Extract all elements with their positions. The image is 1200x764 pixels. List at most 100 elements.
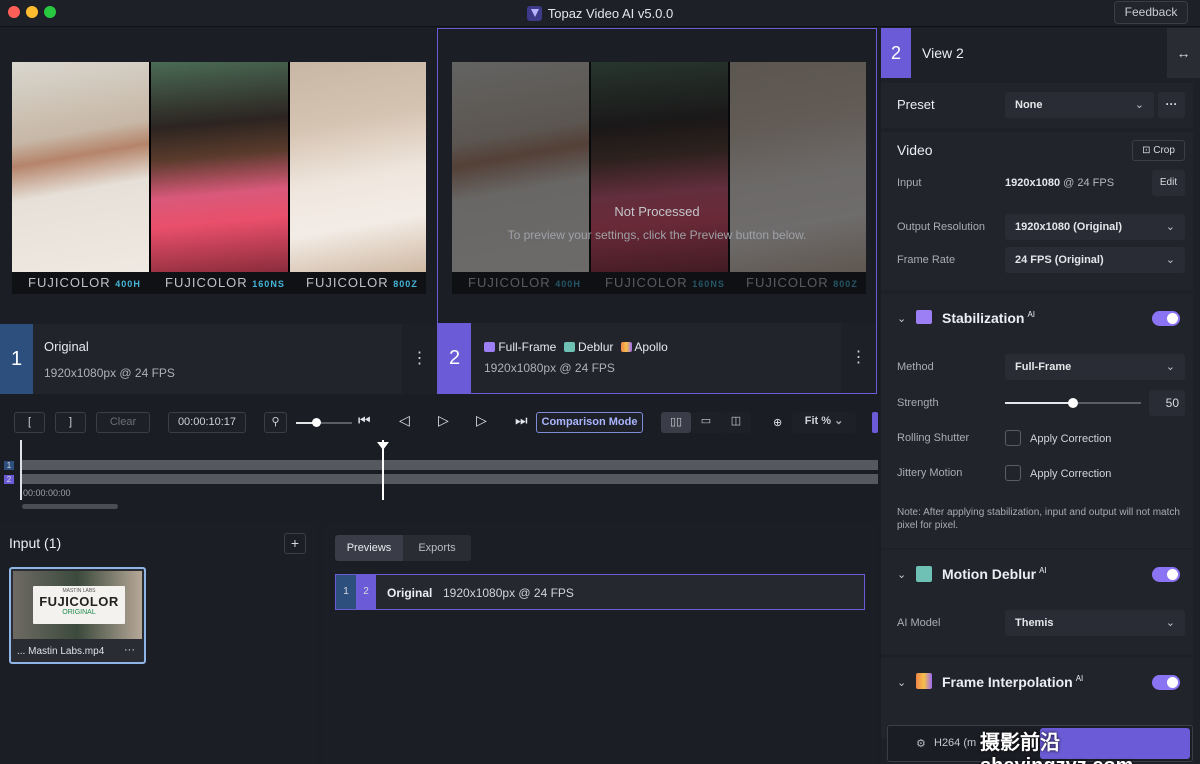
- not-processed-title: Not Processed: [614, 204, 700, 219]
- input-resolution: 1920x1080 @ 24 FPS: [1005, 177, 1115, 189]
- single-view-icon: ▭: [700, 415, 712, 427]
- view2-more-button[interactable]: ⋮: [841, 323, 876, 393]
- preview-row[interactable]: 1 2 Original 1920x1080px @ 24 FPS: [335, 574, 865, 610]
- film-label-strip: FUJICOLOR 400H FUJICOLOR 160NS FUJICOLOR…: [12, 272, 426, 294]
- magnifier-icon: ⚲: [271, 416, 280, 428]
- edit-input-button[interactable]: Edit: [1152, 170, 1185, 196]
- film-label: FUJICOLOR 160NS: [165, 275, 285, 290]
- mark-out-button[interactable]: ]: [55, 412, 86, 433]
- timeline-scrollbar[interactable]: [22, 504, 118, 509]
- frame-rate-select[interactable]: 24 FPS (Original) ⌄: [1005, 247, 1185, 273]
- timeline[interactable]: 1 2 00:00:00:00: [0, 440, 878, 520]
- preview-row-view2: 2: [356, 575, 376, 609]
- step-forward-icon[interactable]: ▷: [476, 412, 487, 429]
- expand-arrows-icon: ↔: [1176, 45, 1191, 61]
- export-codec[interactable]: H264 (m: [934, 737, 976, 749]
- collapse-caret-icon[interactable]: ⌄: [897, 312, 906, 325]
- zoom-select[interactable]: Fit % ⌄: [792, 412, 856, 433]
- add-input-button[interactable]: +: [284, 533, 306, 554]
- collapse-caret-icon[interactable]: ⌄: [897, 676, 906, 689]
- app-title: Topaz Video AI v5.0.0: [547, 6, 674, 21]
- jump-start-icon[interactable]: ⏮: [358, 412, 371, 429]
- view2-label[interactable]: 2 Full-Frame Deblur Apollo 1920x1080px @…: [437, 323, 877, 394]
- motion-deblur-toggle[interactable]: [1152, 567, 1180, 582]
- chevron-down-icon: ⌄: [1134, 99, 1144, 111]
- timeline-zoom-slider[interactable]: [296, 418, 352, 427]
- film-label: FUJICOLOR 400H: [28, 275, 141, 290]
- playhead[interactable]: [376, 440, 389, 500]
- gear-icon[interactable]: ⚙: [916, 737, 926, 750]
- original-preview[interactable]: FUJICOLOR 400H FUJICOLOR 160NS FUJICOLOR…: [12, 62, 426, 294]
- film-photo-2: [151, 62, 288, 272]
- stabilization-title: Stabilization AI: [942, 310, 1036, 326]
- rolling-shutter-checkbox[interactable]: [1005, 430, 1021, 446]
- not-processed-overlay: [452, 62, 866, 294]
- output-resolution-select[interactable]: 1920x1080 (Original) ⌄: [1005, 214, 1185, 240]
- ai-model-label: AI Model: [897, 617, 941, 629]
- zoom-search-button[interactable]: ⚲: [264, 412, 287, 433]
- previews-panel: Previews Exports 1 2 Original 1920x1080p…: [323, 522, 878, 764]
- track1-bar[interactable]: [22, 460, 878, 470]
- stabilization-icon: [916, 310, 932, 324]
- mark-in-button[interactable]: [: [14, 412, 45, 433]
- rolling-shutter-apply-label: Apply Correction: [1030, 433, 1112, 445]
- split-view-button[interactable]: ◫: [721, 412, 751, 433]
- side-by-side-button[interactable]: ▯▯: [661, 412, 691, 433]
- track1-badge: 1: [4, 461, 14, 470]
- title-bar: Topaz Video AI v5.0.0 Feedback: [0, 0, 1200, 27]
- preset-select[interactable]: None ⌄: [1005, 92, 1154, 118]
- preset-more-button[interactable]: ···: [1158, 92, 1185, 118]
- track2-bar[interactable]: [22, 474, 878, 484]
- model-full-frame: Full-Frame: [498, 340, 557, 354]
- input-panel-title: Input (1): [9, 535, 62, 551]
- chevron-down-icon: ⌄: [1165, 617, 1175, 629]
- strength-input[interactable]: 50: [1149, 390, 1185, 416]
- single-view-button[interactable]: ▭: [691, 412, 721, 433]
- play-icon[interactable]: ▷: [438, 412, 449, 429]
- motion-deblur-icon: [916, 566, 932, 582]
- view2-meta: 1920x1080px @ 24 FPS: [484, 361, 615, 375]
- strength-slider[interactable]: [1005, 398, 1141, 408]
- timecode-field[interactable]: 00:00:10:17: [168, 412, 246, 433]
- watermark: 摄影前沿 sheyingzyz.com: [980, 732, 1133, 764]
- stabilization-section: ⌄ Stabilization AI Method Full-Frame ⌄ Str…: [881, 294, 1193, 548]
- app-window: Topaz Video AI v5.0.0 Feedback FUJICOLOR…: [0, 0, 1200, 764]
- view1-label[interactable]: 1 Original 1920x1080px @ 24 FPS ⋮: [0, 324, 437, 394]
- video-title: Video: [897, 142, 933, 158]
- input-panel: Input (1) + MASTIN LABS FUJICOLOR ORIGIN…: [0, 522, 318, 764]
- file-more-button[interactable]: ···: [124, 644, 135, 656]
- sidebar-view-title: View 2: [922, 45, 964, 61]
- chevron-down-icon: ⌄: [1165, 221, 1175, 233]
- expand-panel-button[interactable]: ↔: [1167, 28, 1200, 78]
- side-by-side-icon: ▯▯: [669, 416, 683, 428]
- preset-label: Preset: [897, 97, 935, 112]
- preview-button-edge[interactable]: [872, 412, 878, 433]
- view1-more-button[interactable]: ⋮: [402, 324, 437, 394]
- comparison-mode-button[interactable]: Comparison Mode: [536, 412, 643, 433]
- ai-model-select[interactable]: Themis ⌄: [1005, 610, 1185, 636]
- feedback-button[interactable]: Feedback: [1114, 1, 1188, 24]
- apollo-icon: [620, 342, 632, 352]
- stabilization-toggle[interactable]: [1152, 311, 1180, 326]
- transport-bar: [ ] Clear 00:00:10:17 ⚲ ⏮ ◁ ▷ ▷ ⏭ Compar…: [0, 404, 878, 440]
- stabilization-icon: [484, 342, 495, 352]
- clear-button[interactable]: Clear: [96, 412, 150, 433]
- frame-interpolation-toggle[interactable]: [1152, 675, 1180, 690]
- jittery-motion-checkbox[interactable]: [1005, 465, 1021, 481]
- input-file-card[interactable]: MASTIN LABS FUJICOLOR ORIGINAL ... Masti…: [9, 567, 146, 664]
- deblur-icon: [563, 342, 575, 352]
- step-back-icon[interactable]: ◁: [399, 412, 410, 429]
- timeline-start-time: 00:00:00:00: [23, 488, 71, 498]
- sidebar-view-number: 2: [881, 28, 911, 78]
- tab-previews[interactable]: Previews: [335, 535, 403, 561]
- output-resolution-label: Output Resolution: [897, 221, 986, 233]
- tab-exports[interactable]: Exports: [403, 535, 471, 561]
- in-marker[interactable]: [20, 440, 22, 500]
- method-select[interactable]: Full-Frame ⌄: [1005, 354, 1185, 380]
- model-deblur: Deblur: [578, 340, 614, 354]
- motion-deblur-title: Motion Deblur AI: [942, 566, 1047, 582]
- input-file-name: ... Mastin Labs.mp4: [17, 646, 105, 657]
- jump-end-icon[interactable]: ⏭: [515, 412, 528, 429]
- collapse-caret-icon[interactable]: ⌄: [897, 568, 906, 581]
- crop-button[interactable]: ⊡ Crop: [1132, 140, 1185, 161]
